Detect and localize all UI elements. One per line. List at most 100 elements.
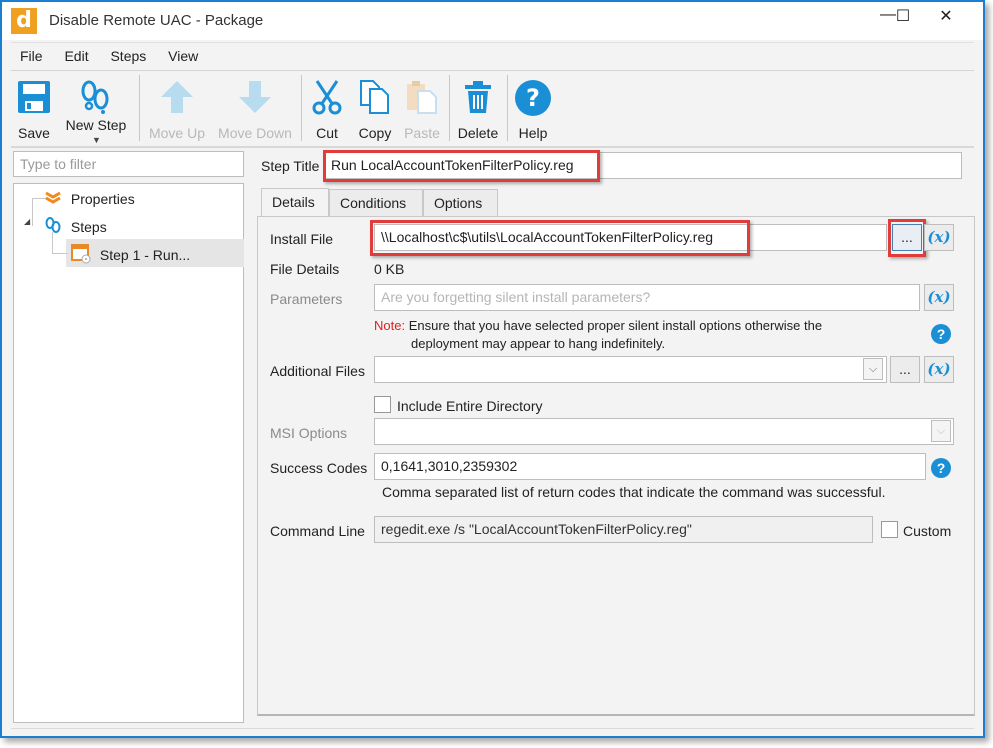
- delete-button[interactable]: Delete: [453, 77, 503, 145]
- paste-icon: [407, 81, 437, 114]
- app-logo-icon: d: [11, 8, 37, 34]
- move-down-label: Move Down: [218, 125, 292, 141]
- paste-label: Paste: [404, 125, 440, 141]
- chevron-down-icon[interactable]: ⌵: [931, 420, 951, 442]
- delete-label: Delete: [457, 125, 499, 141]
- step-tree: Properties ◢ Steps Step 1 - Run...: [13, 183, 244, 723]
- maximize-button[interactable]: ☐: [885, 6, 921, 30]
- menu-steps[interactable]: Steps: [101, 43, 155, 69]
- step1-label: Step 1 - Run...: [99, 247, 191, 263]
- install-file-variable-button[interactable]: (x): [924, 224, 954, 251]
- tree-node-properties[interactable]: Properties: [44, 190, 135, 207]
- parameters-input[interactable]: Are you forgetting silent install parame…: [374, 284, 920, 311]
- install-file-input[interactable]: \\Localhost\c$\utils\LocalAccountTokenFi…: [374, 224, 887, 251]
- include-directory-checkbox[interactable]: [374, 396, 391, 413]
- help-label: Help: [518, 125, 548, 141]
- footer-divider: [11, 728, 974, 729]
- note-line2: deployment may appear to hang indefinite…: [411, 336, 666, 351]
- parameters-placeholder: Are you forgetting silent install parame…: [381, 289, 651, 305]
- trash-icon: [465, 81, 491, 113]
- toolbar-separator: [139, 75, 140, 141]
- tab-options[interactable]: Options: [423, 189, 498, 217]
- filter-placeholder: Type to filter: [20, 156, 97, 172]
- app-window: d Disable Remote UAC - Package — ☐ ✕ Fil…: [0, 0, 985, 738]
- menu-file[interactable]: File: [11, 43, 52, 69]
- command-line-label: Command Line: [270, 523, 365, 539]
- note-text: Note: Ensure that you have selected prop…: [374, 318, 822, 333]
- cut-button[interactable]: Cut: [307, 77, 347, 145]
- arrow-up-icon: [161, 81, 193, 113]
- footsteps-icon: [81, 80, 109, 114]
- arrow-down-icon: [239, 81, 271, 113]
- window-title: Disable Remote UAC - Package: [49, 12, 264, 29]
- file-details-value: 0 KB: [374, 261, 405, 277]
- paste-button[interactable]: Paste: [401, 77, 443, 145]
- move-up-button[interactable]: Move Up: [145, 77, 209, 145]
- toolbar-separator: [507, 75, 508, 141]
- install-file-label: Install File: [270, 231, 334, 247]
- install-step-icon: [71, 244, 91, 264]
- custom-checkbox[interactable]: [881, 521, 898, 538]
- toolbar-separator: [301, 75, 302, 141]
- close-button[interactable]: ✕: [928, 6, 964, 30]
- new-step-label: New Step: [65, 117, 127, 133]
- help-icon: ?: [515, 80, 551, 116]
- move-down-button[interactable]: Move Down: [213, 77, 297, 145]
- save-label: Save: [18, 125, 50, 141]
- steps-label: Steps: [70, 219, 107, 235]
- step-title-label: Step Title: [261, 158, 320, 174]
- expand-arrow-icon[interactable]: ◢: [24, 217, 30, 226]
- copy-icon: [360, 80, 389, 114]
- menu-bar: File Edit Steps View: [11, 42, 974, 70]
- dropdown-arrow-icon: ▼: [92, 135, 101, 145]
- toolbar-separator: [449, 75, 450, 141]
- help-button[interactable]: ? Help: [511, 77, 555, 145]
- toolbar: Save New Step ▼ Move Up Move Down Cut Co…: [11, 70, 974, 148]
- save-button[interactable]: Save: [11, 77, 57, 145]
- tree-connector: [32, 198, 33, 226]
- file-details-label: File Details: [270, 261, 340, 277]
- svg-text:?: ?: [526, 84, 540, 112]
- success-codes-value: 0,1641,3010,2359302: [381, 458, 518, 474]
- success-codes-input[interactable]: 0,1641,3010,2359302: [374, 453, 926, 480]
- custom-label: Custom: [903, 523, 952, 539]
- tree-node-step1[interactable]: Step 1 - Run...: [71, 244, 190, 264]
- chevron-down-icon[interactable]: ⌵: [863, 358, 883, 380]
- title-bar: d Disable Remote UAC - Package — ☐ ✕: [2, 2, 983, 40]
- parameters-label: Parameters: [270, 291, 343, 307]
- tab-details[interactable]: Details: [261, 188, 329, 218]
- browse-additional-files-button[interactable]: ...: [890, 356, 920, 383]
- additional-files-variable-button[interactable]: (x): [924, 356, 954, 383]
- menu-view[interactable]: View: [159, 43, 207, 69]
- msi-options-label: MSI Options: [270, 425, 348, 441]
- filter-input[interactable]: Type to filter: [13, 151, 244, 177]
- new-step-button[interactable]: New Step ▼: [63, 77, 129, 145]
- parameters-help-icon[interactable]: ?: [931, 324, 951, 344]
- note-line1: Ensure that you have selected proper sil…: [408, 318, 823, 333]
- tree-connector: [52, 232, 68, 254]
- parameters-variable-button[interactable]: (x): [924, 284, 954, 311]
- command-line-value: regedit.exe /s "LocalAccountTokenFilterP…: [381, 521, 692, 537]
- browse-install-file-button[interactable]: ...: [892, 224, 922, 251]
- note-prefix: Note:: [374, 318, 406, 333]
- step-title-input[interactable]: Run LocalAccountTokenFilterPolicy.reg: [324, 152, 962, 179]
- step-title-value: Run LocalAccountTokenFilterPolicy.reg: [331, 157, 574, 173]
- properties-label: Properties: [70, 191, 135, 207]
- include-directory-label: Include Entire Directory: [397, 398, 543, 414]
- additional-files-label: Additional Files: [270, 363, 365, 379]
- command-line-input[interactable]: regedit.exe /s "LocalAccountTokenFilterP…: [374, 516, 873, 543]
- copy-button[interactable]: Copy: [353, 77, 397, 145]
- success-codes-help-icon[interactable]: ?: [931, 458, 951, 478]
- properties-icon: [45, 191, 61, 204]
- save-icon: [18, 81, 50, 113]
- install-file-value: \\Localhost\c$\utils\LocalAccountTokenFi…: [381, 229, 714, 245]
- move-up-label: Move Up: [148, 125, 206, 141]
- menu-edit[interactable]: Edit: [55, 43, 97, 69]
- success-codes-label: Success Codes: [270, 460, 368, 476]
- scissors-icon: [312, 80, 342, 115]
- msi-options-select[interactable]: [374, 418, 954, 445]
- copy-label: Copy: [358, 125, 392, 141]
- additional-files-select[interactable]: [374, 356, 887, 383]
- tab-conditions[interactable]: Conditions: [329, 189, 423, 217]
- cut-label: Cut: [316, 125, 338, 141]
